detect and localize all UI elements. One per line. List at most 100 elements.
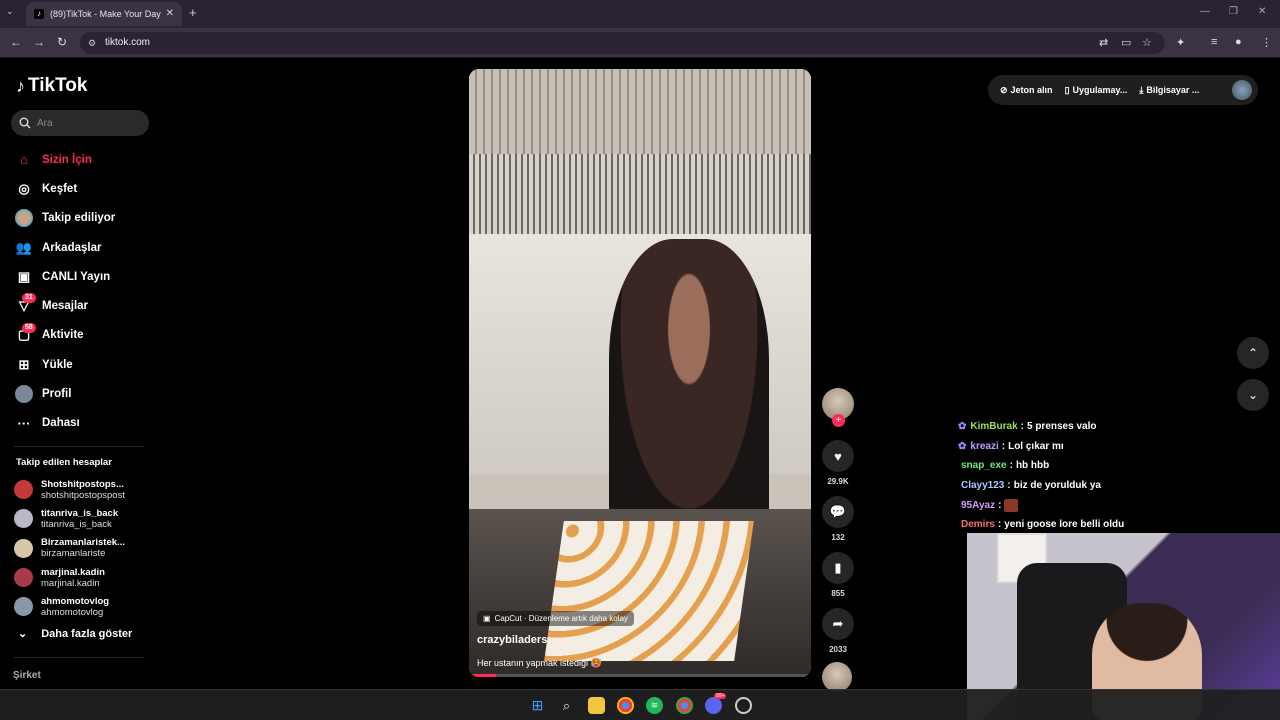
logo-text: TikTok: [28, 75, 88, 96]
profile-avatar-icon: [14, 384, 34, 404]
video-actions: + ♥ 29.9K 💬 132 ▮ 855 ➦ 2033: [822, 388, 854, 692]
nav-item-friends[interactable]: 👥 Arkadaşlar: [14, 233, 115, 262]
creator-avatar[interactable]: +: [822, 388, 854, 427]
nav-item-following[interactable]: Takip ediliyor: [14, 204, 115, 233]
coin-icon: ⊘: [1000, 84, 1008, 95]
chrome-profile-icon[interactable]: [676, 697, 693, 714]
nav-label: CANLI Yayın: [42, 270, 111, 283]
pc-app-button[interactable]: ⤓ Bilgisayar ...: [1139, 85, 1199, 96]
user-avatar[interactable]: [1232, 80, 1252, 100]
file-explorer-icon[interactable]: [588, 697, 605, 714]
nav-item-messages[interactable]: ▽ 31 Mesajlar: [14, 291, 115, 320]
pc-app-label: Bilgisayar ...: [1146, 85, 1200, 95]
nav-item-more[interactable]: ··· Dahası: [14, 409, 115, 438]
chat-text: 5 prenses valo: [1026, 421, 1097, 433]
capcut-label: CapCut · Düzenleme artık daha kolay: [494, 614, 628, 623]
video-username[interactable]: crazybiladers: [477, 634, 803, 646]
search-icon[interactable]: ⌕: [558, 697, 575, 714]
follow-plus-icon[interactable]: +: [832, 414, 845, 427]
translate-icon[interactable]: ⇄: [1099, 36, 1108, 49]
chat-separator: :: [997, 519, 1002, 531]
capcut-icon: ▣: [483, 614, 491, 623]
cast-icon[interactable]: ▭: [1121, 36, 1131, 49]
tab-search-icon[interactable]: ⌄: [6, 6, 14, 17]
bookmark-star-icon[interactable]: ☆: [1142, 36, 1152, 49]
media-icon[interactable]: ≡: [1211, 36, 1217, 48]
save-action[interactable]: ▮ 855: [822, 552, 854, 598]
chat-text: Lol çıkar mı: [1008, 440, 1064, 452]
chat-text: biz de yorulduk ya: [1013, 480, 1101, 492]
app-icon[interactable]: [735, 697, 752, 714]
more-dots-icon: ···: [17, 415, 31, 431]
chat-message: Demirs: yeni goose lore belli oldu: [958, 515, 1124, 535]
share-action[interactable]: ➦ 2033: [822, 608, 854, 654]
tiktok-favicon-icon: ♪: [34, 9, 44, 19]
windows-start-icon[interactable]: ⊞: [529, 697, 546, 714]
comment-action[interactable]: 💬 132: [822, 496, 854, 542]
nav-item-for-you[interactable]: ⌂ Sizin İçin: [14, 145, 115, 174]
tab-title: (89)TikTok - Make Your Day: [50, 9, 161, 19]
url-field[interactable]: ⚙ tiktok.com: [80, 32, 1165, 54]
next-video-button[interactable]: ⌄: [1237, 379, 1269, 411]
get-coins-button[interactable]: ⊘ Jeton alın: [1000, 85, 1053, 96]
capcut-tag[interactable]: ▣ CapCut · Düzenleme artık daha kolay: [477, 611, 634, 626]
following-account[interactable]: ahmomotovlog ahmomotovlog: [14, 592, 125, 621]
chevron-down-icon: ⌄: [1247, 388, 1259, 402]
home-icon: ⌂: [20, 152, 28, 168]
nav-label: Mesajlar: [42, 300, 89, 313]
browser-tab[interactable]: ♪ (89)TikTok - Make Your Day ✕: [26, 2, 182, 26]
nav-label: Profil: [42, 388, 72, 401]
nav-item-live[interactable]: ▣ CANLI Yayın: [14, 262, 115, 291]
show-more-button[interactable]: ⌄ Daha fazla göster: [18, 627, 133, 641]
search-box[interactable]: [11, 110, 149, 136]
upload-icon: ⊞: [18, 356, 30, 372]
chat-user: kreazi: [970, 440, 999, 452]
following-account[interactable]: Shotshitpostops... shotshitpostopspost: [14, 475, 125, 504]
account-name: Shotshitpostops...: [41, 478, 124, 490]
chevron-down-icon: ⌄: [18, 628, 28, 640]
search-input[interactable]: [37, 117, 137, 129]
like-action[interactable]: ♥ 29.9K: [822, 440, 854, 486]
following-account[interactable]: titanriva_is_back titanriva_is_back: [14, 504, 125, 533]
following-account[interactable]: Birzamanlaristek... birzamanlariste: [14, 534, 125, 563]
spotify-icon[interactable]: ≋: [646, 697, 663, 714]
heart-icon: ♥: [822, 440, 854, 472]
menu-kebab-icon[interactable]: ⋮: [1261, 36, 1272, 49]
profile-icon[interactable]: ●: [1235, 36, 1242, 48]
music-disc-avatar[interactable]: [822, 662, 852, 692]
company-link[interactable]: Şirket: [13, 670, 41, 681]
avatar: [14, 538, 33, 558]
site-info-icon[interactable]: ⚙: [88, 32, 96, 54]
avatar: [14, 509, 33, 529]
get-app-button[interactable]: ▯ Uygulamay...: [1065, 85, 1128, 96]
compass-icon: ◎: [18, 180, 30, 196]
nav-item-upload[interactable]: ⊞ Yükle: [14, 350, 115, 379]
reload-icon[interactable]: ↻: [57, 35, 67, 49]
video-player[interactable]: ▣ CapCut · Düzenleme artık daha kolay cr…: [469, 69, 811, 677]
chrome-icon[interactable]: [617, 697, 634, 714]
following-account[interactable]: marjinal.kadin marjinal.kadin: [14, 563, 125, 592]
show-more-label: Daha fazla göster: [41, 627, 133, 640]
share-arrow-icon: ➦: [822, 608, 854, 640]
account-name: Birzamanlaristek...: [41, 537, 125, 549]
forward-icon[interactable]: →: [33, 35, 45, 49]
nav-item-activity[interactable]: ▢ 58 Aktivite: [14, 321, 115, 350]
minimize-icon[interactable]: —: [1200, 6, 1210, 17]
sidebar-divider: [14, 446, 144, 447]
previous-video-button[interactable]: ⌃: [1237, 337, 1269, 369]
nav-label: Sizin İçin: [42, 153, 92, 166]
close-tab-icon[interactable]: ✕: [166, 8, 174, 19]
nav-item-explore[interactable]: ◎ Keşfet: [14, 174, 115, 203]
back-icon[interactable]: ←: [10, 35, 22, 49]
discord-icon[interactable]: 99+: [705, 693, 727, 714]
nav-item-profile[interactable]: Profil: [14, 379, 115, 408]
tiktok-logo[interactable]: ♪ TikTok: [16, 75, 87, 97]
extensions-icon[interactable]: ✦: [1176, 36, 1185, 49]
new-tab-icon[interactable]: +: [189, 5, 197, 20]
video-progress-bar[interactable]: [469, 674, 811, 677]
restore-icon[interactable]: ❐: [1229, 6, 1238, 17]
chat-text: yeni goose lore belli oldu: [1004, 519, 1125, 531]
nav-label: Keşfet: [42, 182, 78, 195]
close-window-icon[interactable]: ✕: [1258, 6, 1266, 17]
account-handle: ahmomotovlog: [41, 606, 104, 618]
